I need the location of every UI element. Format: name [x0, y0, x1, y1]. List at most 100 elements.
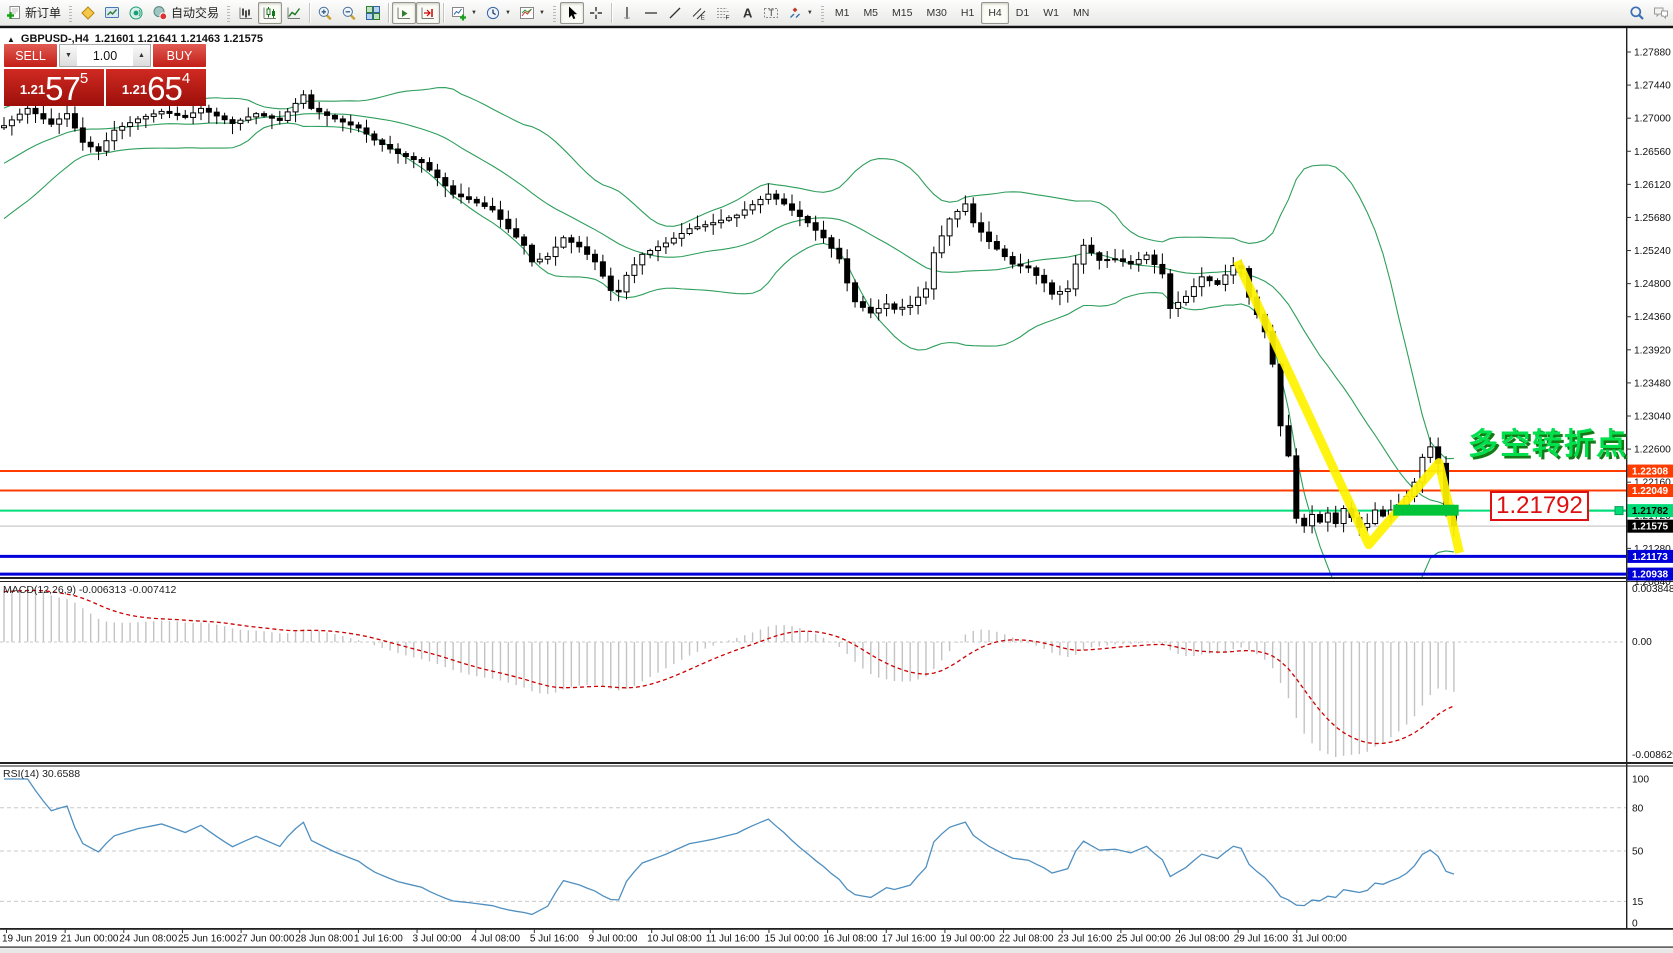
bar-chart-icon [238, 5, 254, 21]
templates-icon [519, 5, 535, 21]
volume-stepper: ▼ 1.00 ▲ [59, 44, 151, 67]
svg-text:1 Jul 16:00: 1 Jul 16:00 [354, 934, 403, 945]
svg-text:T: T [768, 8, 774, 18]
text-label-button[interactable]: T [759, 2, 783, 24]
svg-text:1.23920: 1.23920 [1634, 345, 1671, 356]
svg-text:3 Jul 00:00: 3 Jul 00:00 [413, 934, 462, 945]
bar-chart-button[interactable] [234, 2, 258, 24]
tile-windows-icon [365, 5, 381, 21]
toolbar-drag-handle[interactable] [821, 4, 824, 22]
text-button[interactable]: A [735, 2, 759, 24]
trendline-button[interactable] [663, 2, 687, 24]
zoom-in-button[interactable] [313, 2, 337, 24]
volume-input[interactable]: 1.00 [77, 45, 133, 66]
autotrading-button[interactable]: 自动交易 [148, 2, 223, 24]
cursor-button[interactable] [560, 2, 584, 24]
arrows-button[interactable]: ▼ [783, 2, 817, 24]
one-click-trading-panel: SELL ▼ 1.00 ▲ BUY 1.21575 1.21654 [4, 44, 206, 106]
crosshair-icon [588, 5, 604, 21]
buy-price-sup: 4 [182, 71, 190, 86]
svg-text:21 Jun 00:00: 21 Jun 00:00 [61, 934, 119, 945]
new-chart-button[interactable]: ▼ [447, 2, 481, 24]
autotrading-icon [152, 5, 168, 21]
hline-icon [643, 5, 659, 21]
channel-icon: E [691, 5, 707, 21]
timeframe-h4[interactable]: H4 [981, 2, 1008, 24]
svg-text:1.20938: 1.20938 [1632, 570, 1669, 581]
fibonacci-button[interactable]: F [711, 2, 735, 24]
timeframe-d1[interactable]: D1 [1009, 2, 1036, 24]
svg-text:100: 100 [1632, 775, 1649, 786]
search-button[interactable] [1625, 2, 1649, 24]
chevron-down-icon: ▼ [505, 10, 511, 16]
sell-price[interactable]: 1.21575 [4, 69, 104, 106]
line-chart-button[interactable] [282, 2, 306, 24]
equidistant-channel-button[interactable]: E [687, 2, 711, 24]
zoom-out-button[interactable] [337, 2, 361, 24]
chevron-down-icon: ▼ [539, 10, 545, 16]
timeframe-m5[interactable]: M5 [856, 2, 885, 24]
toolbar-separator [443, 3, 444, 23]
vertical-line-button[interactable] [615, 2, 639, 24]
turning-point-annotation: 多空转折点 [1468, 419, 1628, 463]
svg-text:1.25240: 1.25240 [1634, 246, 1671, 257]
svg-text:16 Jul 08:00: 16 Jul 08:00 [823, 934, 878, 945]
chat-button[interactable] [1649, 2, 1673, 24]
svg-text:1.21782: 1.21782 [1632, 506, 1669, 517]
indicator-layer: 0.0038480.00-0.0086291008050150 [0, 584, 1673, 930]
mt4-window: 新订单 自动交易 ▼ ▼ ▼ EFA T ▼ M1M5M15M30H1H4D1W1MN 1.27… [0, 0, 1673, 953]
vline-icon [619, 5, 635, 21]
trendline-icon [667, 5, 683, 21]
market-watch-button[interactable] [100, 2, 124, 24]
svg-text:11 Jul 16:00: 11 Jul 16:00 [706, 934, 760, 945]
signals-button[interactable] [124, 2, 148, 24]
svg-text:0.00: 0.00 [1632, 637, 1652, 648]
crosshair-button[interactable] [584, 2, 608, 24]
tile-windows-button[interactable] [361, 2, 385, 24]
timeframe-m30[interactable]: M30 [919, 2, 953, 24]
toolbar-drag-handle[interactable] [69, 4, 72, 22]
chart-shift-button[interactable] [416, 2, 440, 24]
text-icon: A [739, 5, 755, 21]
svg-text:17 Jul 16:00: 17 Jul 16:00 [882, 934, 937, 945]
periods-button[interactable]: ▼ [481, 2, 515, 24]
chevron-down-icon: ▼ [807, 10, 813, 16]
buy-button[interactable]: BUY [153, 44, 206, 67]
volume-decrease-button[interactable]: ▼ [60, 45, 77, 66]
timeframe-w1[interactable]: W1 [1036, 2, 1066, 24]
metaeditor-icon [80, 5, 96, 21]
timeframe-m15[interactable]: M15 [885, 2, 919, 24]
buy-price[interactable]: 1.21654 [106, 69, 206, 106]
volume-increase-button[interactable]: ▲ [133, 45, 150, 66]
horizontal-line-button[interactable] [639, 2, 663, 24]
auto-scroll-icon [396, 5, 412, 21]
toolbar-drag-handle[interactable] [553, 4, 556, 22]
buy-price-prefix: 1.21 [122, 75, 147, 105]
timeframe-h1[interactable]: H1 [954, 2, 981, 24]
chevron-down-icon: ▼ [471, 10, 477, 16]
toolbar-separator [611, 3, 612, 23]
candle-chart-button[interactable] [258, 2, 282, 24]
trade-panel-toggle[interactable]: ▲ [7, 35, 15, 44]
buy-price-big: 65 [147, 72, 182, 105]
svg-text:1.23480: 1.23480 [1634, 378, 1671, 389]
svg-text:1.27000: 1.27000 [1634, 114, 1671, 125]
auto-scroll-button[interactable] [392, 2, 416, 24]
timeframe-m1[interactable]: M1 [828, 2, 857, 24]
svg-text:19 Jun 2019: 19 Jun 2019 [2, 934, 57, 945]
timeframe-mn[interactable]: MN [1066, 2, 1096, 24]
svg-text:15 Jul 00:00: 15 Jul 00:00 [764, 934, 819, 945]
svg-text:1.24360: 1.24360 [1634, 312, 1671, 323]
new-order-button[interactable]: 新订单 [2, 2, 65, 24]
svg-text:1.27880: 1.27880 [1634, 47, 1671, 58]
chart-canvas[interactable]: 1.278801.274401.270001.265601.261201.256… [0, 0, 1673, 953]
svg-text:1.22308: 1.22308 [1632, 467, 1669, 478]
toolbar-drag-handle[interactable] [227, 4, 230, 22]
templates-button[interactable]: ▼ [515, 2, 549, 24]
candles-layer [2, 90, 1457, 537]
sell-button[interactable]: SELL [4, 44, 57, 67]
metaeditor-button[interactable] [76, 2, 100, 24]
signals-icon [128, 5, 144, 21]
toolbar-button-label: 新订单 [25, 4, 61, 21]
callout-anchor-marker [1615, 507, 1623, 515]
